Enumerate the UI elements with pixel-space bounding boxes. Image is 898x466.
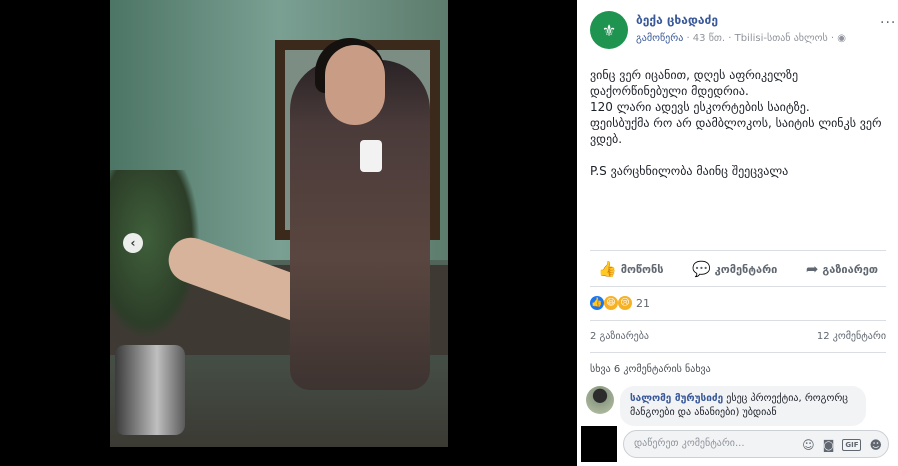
comments-count-link[interactable]: 12 კომენტარი — [817, 331, 886, 342]
like-button[interactable]: 👍 მოწონს — [590, 260, 671, 278]
chevron-left-icon: ‹ — [130, 236, 136, 250]
sad-reaction-icon: 😢 — [618, 296, 632, 310]
divider — [590, 286, 886, 287]
post-line: ფეისბუქმა რო არ დამბლოკოს, საიტის ლინკს … — [590, 116, 882, 130]
reaction-count: 21 — [636, 296, 650, 310]
like-reaction-icon: 👍 — [590, 296, 604, 310]
comment-label: კომენტარი — [714, 262, 778, 276]
share-button[interactable]: ➦ გაზიარეთ — [798, 260, 886, 278]
sticker-icon[interactable]: ☻ — [869, 438, 882, 452]
post-ps: P.S ვარცხნილობა მაინც შეეცვალა — [590, 164, 789, 178]
share-arrow-icon: ➦ — [805, 260, 819, 278]
more-options-button[interactable]: ··· — [880, 15, 896, 31]
comment-item: სალომე მურუსიძე ესეც პროექტია, როგორც მა… — [586, 386, 886, 426]
divider — [590, 352, 886, 353]
composer-icons: ☺ ◙ GIF ☻ — [802, 431, 882, 459]
post-meta: გამოწერა · 43 წთ. · Tbilisi-სთან ახლოს ·… — [636, 33, 846, 44]
comment-input[interactable]: დაწერეთ კომენტარი... ☺ ◙ GIF ☻ — [623, 430, 889, 458]
camera-icon[interactable]: ◙ — [823, 438, 835, 452]
commenter-avatar[interactable] — [586, 386, 614, 414]
shares-count-link[interactable]: 2 გაზიარება — [590, 331, 649, 342]
post-actions: 👍 მოწონს 💬 კომენტარი ➦ გაზიარეთ — [590, 256, 886, 282]
share-label: გაზიარეთ — [822, 262, 878, 276]
speech-bubble-icon: 💬 — [691, 260, 711, 278]
previous-photo-button[interactable]: ‹ — [123, 233, 143, 253]
comment-placeholder: დაწერეთ კომენტარი... — [634, 438, 745, 449]
post-time-location: · 43 წთ. · Tbilisi-სთან ახლოს · — [683, 33, 838, 44]
post-line: დაქორწინებული მდედრია. — [590, 84, 749, 98]
follow-link[interactable]: გამოწერა — [636, 33, 683, 44]
post-stats: 2 გაზიარება 12 კომენტარი — [590, 331, 886, 342]
post-header: ⚜ ბექა ცხადაძე გამოწერა · 43 წთ. · Tbili… — [590, 11, 895, 51]
post-line: ვინც ვერ იცანით, დღეს აფრიკელზე — [590, 68, 799, 82]
post-photo[interactable] — [110, 0, 448, 447]
gif-icon[interactable]: GIF — [842, 439, 862, 451]
globe-icon: ◉ — [837, 33, 847, 44]
divider — [590, 320, 886, 321]
photo-head — [325, 45, 385, 125]
current-user-avatar — [581, 426, 617, 462]
view-more-comments-link[interactable]: სხვა 6 კომენტარის ნახვა — [590, 364, 711, 375]
haha-reaction-icon: 😆 — [604, 296, 618, 310]
post-line: ვდებ. — [590, 132, 623, 146]
photo-boot — [115, 345, 185, 435]
page-name-link[interactable]: ბექა ცხადაძე — [636, 13, 718, 27]
post-text: ვინც ვერ იცანით, დღეს აფრიკელზე დაქორწინ… — [590, 67, 887, 179]
photo-viewer: ‹ — [0, 0, 577, 466]
comment-button[interactable]: 💬 კომენტარი — [684, 260, 785, 278]
divider — [590, 250, 886, 251]
reactions-summary[interactable]: 👍 😆 😢 21 — [590, 296, 650, 310]
like-label: მოწონს — [620, 262, 664, 276]
trident-shield-icon: ⚜ — [601, 20, 617, 40]
emoji-icon[interactable]: ☺ — [802, 438, 815, 452]
post-panel: ⚜ ბექა ცხადაძე გამოწერა · 43 წთ. · Tbili… — [577, 0, 898, 466]
comment-author-link[interactable]: სალომე მურუსიძე — [630, 393, 723, 404]
comment-bubble: სალომე მურუსიძე ესეც პროექტია, როგორც მა… — [620, 386, 866, 426]
thumbs-up-icon: 👍 — [598, 260, 617, 278]
comment-composer: დაწერეთ კომენტარი... ☺ ◙ GIF ☻ — [581, 424, 894, 466]
photo-phone — [360, 140, 382, 172]
post-line: 120 ლარი ადევს ესკორტების საიტზე. — [590, 100, 810, 114]
page-avatar[interactable]: ⚜ — [590, 11, 628, 49]
